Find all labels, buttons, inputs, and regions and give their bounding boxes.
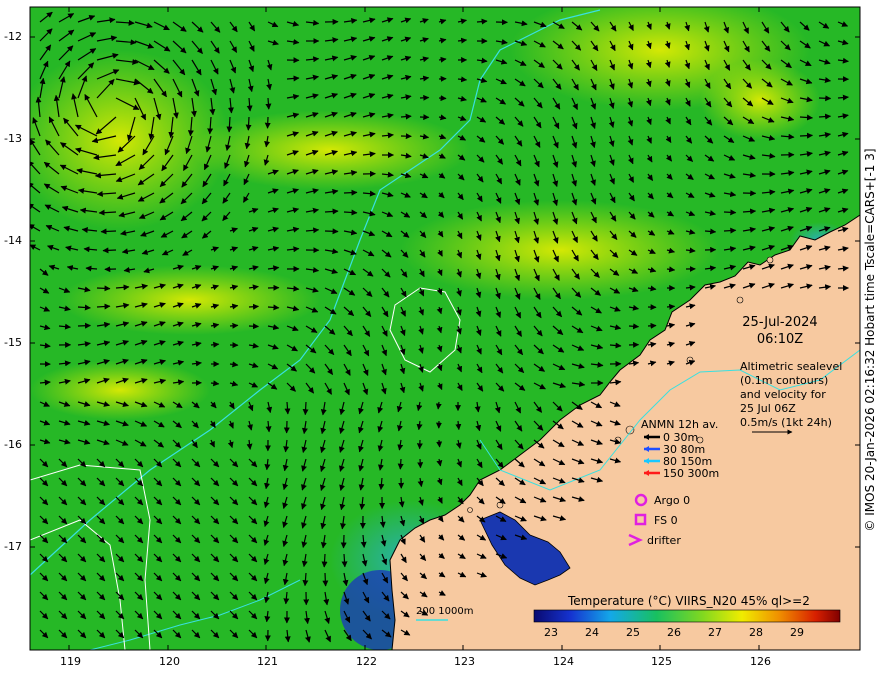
lon-label: 121	[257, 655, 278, 668]
velocity-arrow	[340, 534, 347, 549]
velocity-arrow	[264, 116, 271, 129]
velocity-arrow	[799, 132, 813, 139]
velocity-arrow	[666, 303, 676, 310]
altimetry-line: and velocity for	[740, 388, 826, 401]
colorbar-tick-label: 25	[626, 626, 640, 639]
lon-label: 126	[750, 655, 771, 668]
altimetry-note: Altimetric sealevel (0.1m contours) and …	[740, 360, 842, 430]
lat-label: -13	[4, 132, 22, 145]
velocity-arrow	[723, 209, 737, 216]
velocity-arrow	[267, 304, 280, 311]
velocity-arrow	[321, 553, 328, 568]
side-credit: © IMOS 20-Jan-2026 02:16:32 Hobart time …	[860, 0, 880, 680]
lon-label: 122	[356, 655, 377, 668]
lon-label: 120	[159, 655, 180, 668]
colorbar-tick-label: 23	[544, 626, 558, 639]
lat-label: -16	[4, 438, 22, 451]
lon-label: 124	[553, 655, 574, 668]
velocity-arrow	[210, 341, 220, 348]
warm-patch	[190, 110, 470, 190]
velocity-arrow	[818, 95, 832, 102]
colorbar-tick-label: 29	[790, 626, 804, 639]
colorbar-title: Temperature (°C) VIIRS_N20 45% ql>=2	[568, 594, 810, 608]
velocity-arrow	[245, 116, 252, 131]
velocity-arrow	[229, 322, 239, 329]
velocity-arrow	[417, 458, 424, 469]
velocity-arrow	[324, 228, 339, 235]
altimetry-line: 0.5m/s (1kt 24h)	[740, 416, 832, 429]
warm-patch	[30, 360, 210, 420]
lat-label: -17	[4, 540, 22, 553]
credit-text: © IMOS 20-Jan-2026 02:16:32 Hobart time …	[863, 148, 877, 532]
lon-label: 125	[651, 655, 672, 668]
velocity-arrow	[96, 285, 111, 292]
velocity-arrow	[248, 303, 259, 310]
velocity-arrow	[265, 97, 272, 110]
velocity-arrow	[100, 228, 117, 235]
velocity-arrow	[647, 322, 657, 329]
velocity-arrow	[77, 322, 91, 329]
lat-label: -14	[4, 234, 22, 247]
velocity-arrow	[397, 458, 404, 470]
map-date: 25-Jul-2024 06:10Z	[740, 314, 820, 348]
velocity-arrow	[343, 209, 358, 216]
colorbar-tick-label: 28	[749, 626, 763, 639]
altimetry-line: Altimetric sealevel	[740, 360, 843, 373]
altimetry-line: (0.1m contours)	[740, 374, 829, 387]
anmn-title: ANMN 12h av.	[641, 418, 719, 431]
warm-patch	[700, 60, 820, 140]
velocity-arrow	[400, 113, 412, 120]
velocity-arrow	[322, 572, 329, 587]
velocity-arrow	[343, 189, 358, 196]
velocity-arrow	[438, 95, 447, 102]
argo-label: Argo 0	[654, 494, 691, 507]
lon-label: 123	[454, 655, 475, 668]
velocity-arrow	[818, 113, 832, 120]
anmn-depth-label: 150 300m	[663, 467, 720, 480]
altimetry-line: 25 Jul 06Z	[740, 402, 796, 415]
fs-label: FS 0	[654, 514, 678, 527]
velocity-arrow	[248, 323, 259, 330]
date-text: 25-Jul-2024	[742, 315, 818, 330]
warm-patch	[60, 265, 320, 335]
drifter-label: drifter	[647, 534, 681, 547]
colorbar-tick-label: 26	[667, 626, 681, 639]
colorbar-tick-label: 27	[708, 626, 722, 639]
scale-label: 200 1000m	[416, 606, 474, 617]
velocity-arrow	[723, 227, 737, 234]
velocity-arrow	[102, 247, 117, 254]
velocity-arrow	[419, 94, 430, 101]
lat-label: -12	[4, 30, 22, 43]
colorbar	[533, 609, 841, 623]
lon-label: 119	[60, 655, 81, 668]
velocity-arrow	[96, 303, 111, 310]
colorbar-tick-label: 24	[585, 626, 599, 639]
velocity-arrow	[436, 439, 443, 448]
velocity-arrow	[628, 323, 640, 330]
lat-label: -15	[4, 336, 22, 349]
time-text: 06:10Z	[756, 332, 804, 347]
velocity-arrow	[302, 401, 309, 416]
